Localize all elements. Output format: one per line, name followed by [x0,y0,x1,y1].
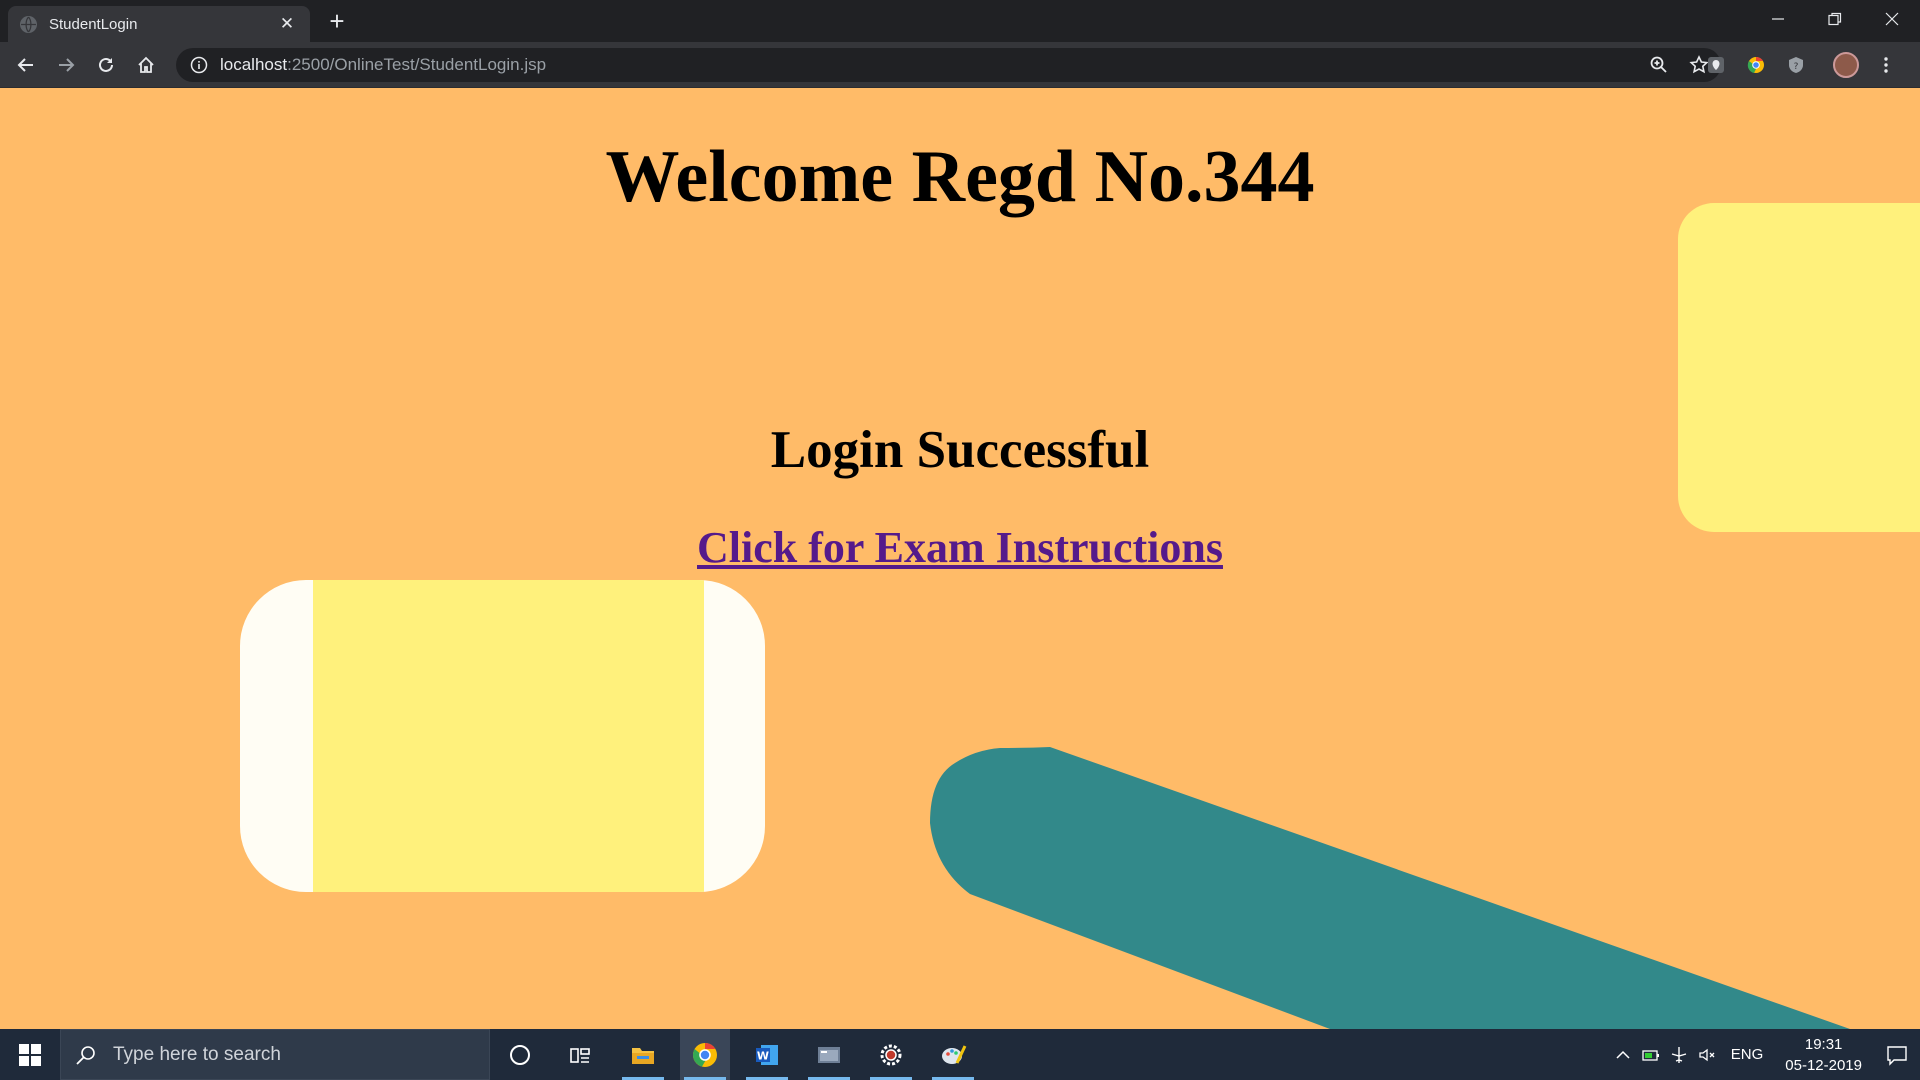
windows-taskbar: Type here to search W ENG 19:31 05-12-20… [0,1029,1920,1080]
chrome-taskbar-button[interactable] [680,1029,730,1080]
search-placeholder: Type here to search [113,1043,281,1065]
login-status-heading: Login Successful [770,421,1150,479]
new-tab-button[interactable]: + [322,6,352,36]
cortana-button[interactable] [495,1029,545,1080]
welcome-heading: Welcome Regd No.344 [605,136,1315,218]
forward-button[interactable] [50,49,82,81]
zoom-icon[interactable] [1647,53,1671,77]
search-icon [76,1045,95,1065]
airplane-mode-icon[interactable] [1665,1029,1693,1080]
avatar [1833,52,1859,78]
profile-avatar[interactable] [1830,49,1862,81]
chevron-up-icon[interactable] [1609,1029,1637,1080]
app-window-icon [818,1046,840,1063]
close-window-button[interactable] [1863,0,1920,38]
svg-text:?: ? [1794,62,1799,72]
word-icon: W [756,1044,778,1065]
home-button[interactable] [130,49,162,81]
clock-date: 05-12-2019 [1785,1056,1862,1074]
language-indicator[interactable]: ENG [1721,1046,1774,1063]
battery-icon[interactable] [1637,1029,1665,1080]
paint-taskbar-button[interactable] [928,1029,978,1080]
window-controls [1749,0,1920,38]
back-button[interactable] [10,49,42,81]
windows-logo-icon [19,1043,41,1066]
word-taskbar-button[interactable]: W [742,1029,792,1080]
location-extension-icon[interactable] [1700,49,1732,81]
browser-toolbar: localhost:2500/OnlineTest/StudentLogin.j… [0,42,1920,88]
start-button[interactable] [0,1029,60,1080]
kebab-menu-icon [1884,57,1888,73]
task-view-icon [570,1047,590,1063]
action-center-button[interactable] [1874,1029,1920,1080]
taskbar-search[interactable]: Type here to search [60,1029,490,1080]
settings-taskbar-button[interactable] [866,1029,916,1080]
paint-icon [942,1044,967,1064]
volume-muted-icon[interactable] [1693,1029,1721,1080]
reload-button[interactable] [90,49,122,81]
file-explorer-icon [632,1047,654,1064]
reload-icon [99,57,113,72]
chrome-extension-icon[interactable] [1740,49,1772,81]
chrome-icon [693,1042,717,1067]
home-icon [138,56,154,73]
cortana-icon [510,1044,530,1065]
close-tab-icon[interactable]: ✕ [276,13,298,35]
tab-strip: StudentLogin ✕ + [0,0,1920,42]
app-window-taskbar-button[interactable] [804,1029,854,1080]
clock-time: 19:31 [1804,1035,1843,1053]
shield-extension-icon[interactable]: ? [1780,49,1812,81]
clock[interactable]: 19:31 05-12-2019 [1773,1034,1874,1076]
page-content: Welcome Regd No.344 Login Successful Cli… [0,88,1920,1029]
restore-button[interactable] [1806,0,1863,38]
file-explorer-button[interactable] [618,1029,668,1080]
browser-tab[interactable]: StudentLogin ✕ [8,6,310,42]
address-bar[interactable]: localhost:2500/OnlineTest/StudentLogin.j… [176,48,1721,82]
exam-instructions-link[interactable]: Click for Exam Instructions [0,522,1920,573]
back-arrow-icon [17,58,33,72]
forward-arrow-icon [59,58,75,72]
task-view-button[interactable] [555,1029,605,1080]
tab-title: StudentLogin [49,15,138,33]
globe-icon [20,15,37,33]
system-tray: ENG 19:31 05-12-2019 [1609,1029,1920,1080]
notification-icon [1887,1045,1907,1066]
minimize-button[interactable] [1749,0,1806,38]
info-icon[interactable] [190,56,208,74]
svg-text:W: W [757,1049,769,1062]
url-text: localhost:2500/OnlineTest/StudentLogin.j… [220,55,547,74]
settings-gear-icon [880,1044,902,1065]
menu-button[interactable] [1870,49,1902,81]
